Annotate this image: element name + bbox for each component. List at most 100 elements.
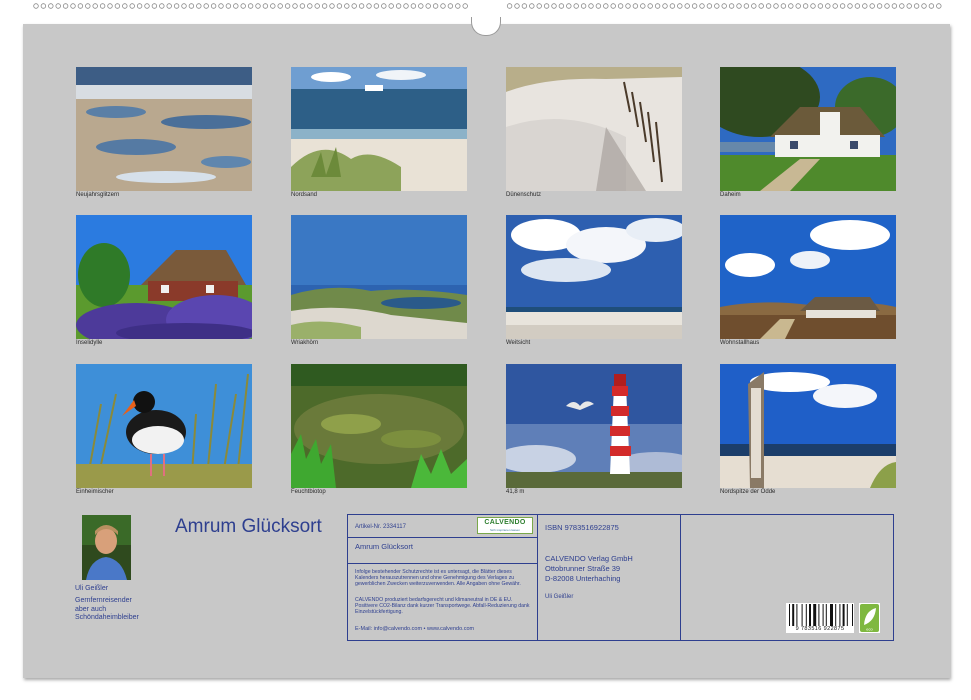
spiral-hole: [876, 3, 883, 9]
spiral-hole: [506, 3, 513, 9]
spiral-hole: [869, 3, 875, 9]
spiral-hole: [62, 3, 69, 9]
info-divider: [680, 514, 681, 641]
spiral-hole: [573, 3, 579, 9]
barcode-bar: [789, 604, 790, 626]
spiral-hole: [595, 3, 602, 9]
spiral-hole: [566, 3, 572, 9]
spiral-hole: [432, 3, 439, 9]
photo-caption: Einheimischer: [76, 489, 114, 495]
contact-line: E-Mail: info@calvendo.com • www.calvendo…: [355, 626, 475, 632]
spiral-hole: [247, 3, 254, 9]
legal-notice: Infolge bestehender Schutzrechte ist es …: [355, 569, 521, 588]
author-name: Uli Geißler: [75, 585, 109, 592]
photo-beach-ferry: [291, 67, 467, 191]
spiral-hole: [677, 3, 683, 9]
spiral-hole: [714, 3, 720, 9]
spiral-hole: [780, 3, 787, 9]
spiral-hole: [233, 3, 239, 9]
spiral-hole: [70, 3, 76, 9]
spiral-hole: [329, 3, 335, 9]
eco-label: eco: [866, 627, 873, 632]
spiral-hole: [758, 3, 764, 9]
spiral-hole: [425, 3, 431, 9]
spiral-hole: [314, 3, 320, 9]
article-number: Artikel-Nr. 2334117: [355, 524, 406, 530]
spiral-hole: [255, 3, 261, 9]
spiral-hole: [410, 3, 417, 9]
spiral-hole: [114, 3, 121, 9]
spiral-hole: [122, 3, 128, 9]
author-description-line: Schöndaheimbleiber: [75, 614, 139, 622]
spiral-hole: [773, 3, 779, 9]
photo-caption: Wohnstallhaus: [720, 340, 760, 346]
photo-tidal-flats: [76, 67, 252, 191]
logo-tagline: Sich inspirieren lassen: [489, 528, 520, 532]
author-info: Uli Geißler Gernfernreisender aber auch …: [75, 585, 139, 623]
spiral-hole: [395, 3, 402, 9]
spiral-hole: [307, 3, 313, 9]
spiral-hole: [736, 3, 742, 9]
spiral-hole: [913, 3, 920, 9]
spiral-hole: [373, 3, 380, 9]
logo-brand: CALVENDO: [484, 519, 526, 526]
photo-oystercatcher: [76, 364, 252, 488]
barcode-bar: [805, 604, 807, 626]
spiral-hole: [144, 3, 150, 9]
spiral-hole: [543, 3, 550, 9]
spiral-hole: [906, 3, 912, 9]
spiral-hole: [321, 3, 328, 9]
spiral-hole: [218, 3, 224, 9]
barcode-bar: [852, 604, 853, 626]
photo-caption: Wriakhörn: [291, 340, 319, 346]
spiral-hole: [210, 3, 217, 9]
spiral-hole: [825, 3, 831, 9]
barcode-bar: [825, 604, 827, 626]
spiral-hole: [721, 3, 727, 9]
info-divider: [347, 537, 537, 538]
spiral-hole: [447, 3, 454, 9]
spiral-hole: [151, 3, 158, 9]
spiral-hole: [743, 3, 750, 9]
spiral-hole: [802, 3, 809, 9]
author-description-line: aber auch: [75, 605, 107, 613]
spiral-hole: [159, 3, 165, 9]
photo-caption: Nordsand: [291, 192, 318, 198]
publisher-line: CALVENDO Verlag GmbH: [545, 554, 633, 563]
spiral-hole: [928, 3, 935, 9]
spiral-hole: [899, 3, 905, 9]
spiral-hole: [173, 3, 180, 9]
photo-caption: Dünenschutz: [506, 192, 542, 198]
spiral-hole: [558, 3, 565, 9]
photo-caption: 41,8 m: [506, 489, 525, 495]
info-divider: [347, 563, 537, 564]
spiral-hole: [884, 3, 890, 9]
photo-caption: Weitsicht: [506, 340, 531, 346]
spiral-hole: [936, 3, 942, 9]
spiral-hole: [196, 3, 202, 9]
spiral-hole: [610, 3, 616, 9]
spiral-hole: [240, 3, 246, 9]
spiral-hole: [455, 3, 461, 9]
spiral-hole: [669, 3, 676, 9]
barcode-bar: [792, 604, 795, 626]
publisher-line: Ottobrunner Straße 39: [545, 564, 621, 573]
photo-lake-dunes: [291, 215, 467, 339]
spiral-hole: [921, 3, 927, 9]
spiral-hole: [603, 3, 609, 9]
spiral-hole: [521, 3, 528, 9]
spiral-hole: [92, 3, 98, 9]
publisher-address: CALVENDO Verlag GmbH Ottobrunner Straße …: [545, 554, 633, 584]
spiral-hole: [284, 3, 291, 9]
spiral-hole: [691, 3, 698, 9]
spiral-hole: [847, 3, 853, 9]
spiral-hole: [514, 3, 520, 9]
photo-caption: Inselidylle: [76, 340, 103, 346]
spiral-hole: [684, 3, 690, 9]
spiral-hole: [181, 3, 187, 9]
spiral-hole: [462, 3, 468, 9]
spiral-hole: [55, 3, 61, 9]
barcode-bar: [813, 604, 817, 626]
spiral-hole: [810, 3, 816, 9]
spiral-hole: [40, 3, 47, 9]
